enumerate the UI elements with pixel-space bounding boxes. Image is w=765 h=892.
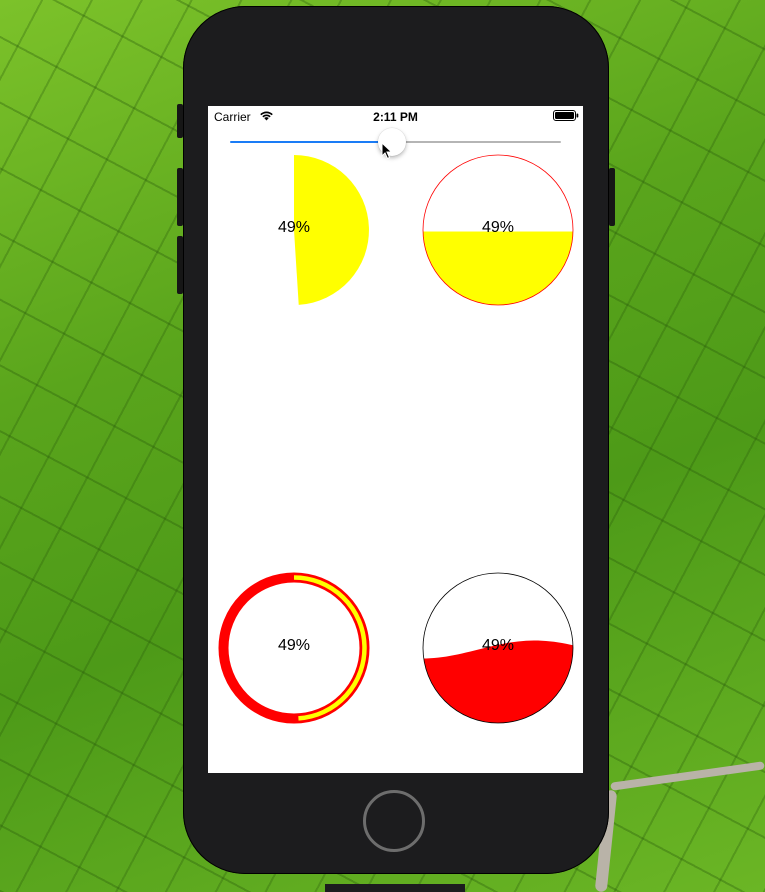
pie-progress-label: 49% [277, 219, 311, 236]
power-button [609, 168, 615, 226]
volume-up-button [177, 168, 183, 226]
circle-fill-label: 49% [481, 219, 515, 236]
mute-switch [177, 104, 183, 138]
circle-fill-level [423, 231, 573, 305]
phone-bottom-edge [325, 884, 465, 892]
wave-fill-label: 49% [481, 637, 515, 654]
slider-track-filled [230, 141, 389, 143]
status-time: 2:11 PM [373, 110, 418, 124]
ring-progress-label: 49% [277, 637, 311, 654]
ring-progress-gauge: 49% [218, 572, 370, 724]
device-screen: Carrier 2:11 PM 49% 49% 49% 49% [208, 106, 583, 773]
circle-fill-gauge: 49% [422, 154, 574, 306]
mouse-cursor-icon [381, 141, 393, 165]
battery-icon [553, 110, 579, 121]
wave-fill-gauge: 49% [422, 572, 574, 724]
background-field-path [610, 761, 765, 791]
status-bar: Carrier 2:11 PM [208, 106, 583, 126]
pie-progress-gauge: 49% [218, 154, 370, 306]
slider-track-empty [396, 141, 561, 143]
progress-slider[interactable] [230, 128, 561, 156]
volume-down-button [177, 236, 183, 294]
home-button[interactable] [363, 790, 425, 852]
